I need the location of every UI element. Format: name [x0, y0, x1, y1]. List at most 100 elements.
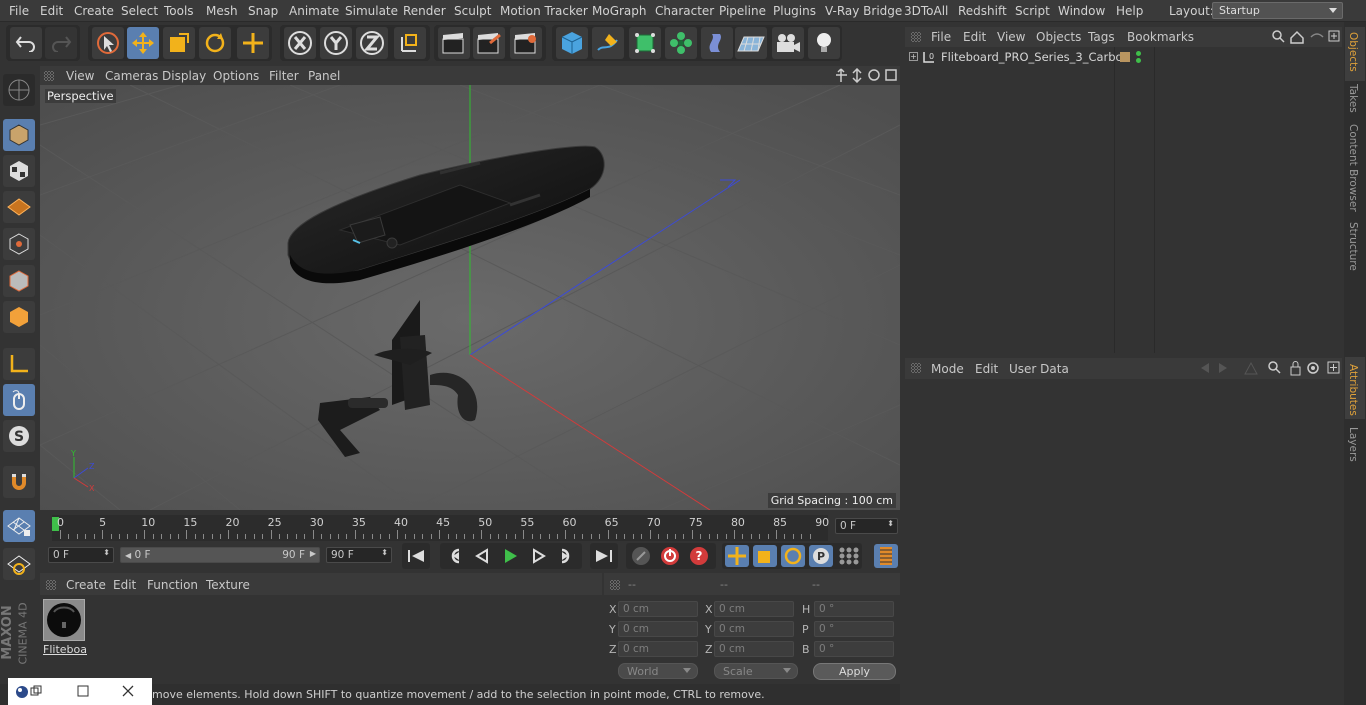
redo-button[interactable] — [45, 27, 77, 59]
restore-icon[interactable] — [30, 685, 42, 697]
render-view-button[interactable] — [438, 27, 470, 59]
layer-color-icon[interactable] — [1120, 52, 1130, 62]
close-icon[interactable] — [122, 685, 134, 697]
live-selection-button[interactable] — [92, 27, 124, 59]
deformer-button[interactable] — [701, 27, 733, 59]
grip-icon[interactable] — [46, 580, 56, 590]
menu-pipeline[interactable]: Pipeline — [719, 4, 766, 18]
menu-render[interactable]: Render — [403, 4, 446, 18]
attribute-manager-tools-icons[interactable] — [1197, 360, 1341, 377]
tab-content-browser[interactable]: Content Browser — [1347, 124, 1359, 212]
key-rotation-icon[interactable] — [781, 545, 805, 567]
workplane-lock-button[interactable] — [3, 510, 35, 542]
next-frame-icon[interactable] — [526, 546, 550, 566]
tab-objects[interactable]: Objects — [1347, 32, 1359, 72]
object-menu-bookmarks[interactable]: Bookmarks — [1127, 30, 1194, 44]
key-position-icon[interactable] — [725, 545, 749, 567]
material-menu-edit[interactable]: Edit — [113, 578, 136, 592]
subdivision-button[interactable] — [629, 27, 661, 59]
z-axis-lock-button[interactable] — [356, 27, 388, 59]
key-pla-icon[interactable] — [837, 545, 861, 567]
size-z-field[interactable]: 0 cm — [714, 641, 794, 657]
minimized-window-bar[interactable] — [8, 678, 152, 705]
layout-dropdown[interactable]: Startup — [1212, 2, 1343, 19]
floor-button[interactable] — [735, 27, 767, 59]
record-keys-icon[interactable] — [629, 545, 653, 567]
menu-file[interactable]: File — [9, 4, 29, 18]
menu-help[interactable]: Help — [1116, 4, 1143, 18]
menu-character[interactable]: Character — [655, 4, 714, 18]
menu-redshift[interactable]: Redshift — [958, 4, 1007, 18]
material-menu-function[interactable]: Function — [147, 578, 198, 592]
rot-b-field[interactable]: 0 ° — [814, 641, 894, 657]
pos-x-field[interactable]: 0 cm — [618, 601, 698, 617]
key-scale-icon[interactable] — [753, 545, 777, 567]
snap-button[interactable] — [3, 466, 35, 498]
menu-3dtoall[interactable]: 3DToAll — [904, 4, 948, 18]
menu-mesh[interactable]: Mesh — [206, 4, 238, 18]
material-menu-texture[interactable]: Texture — [206, 578, 250, 592]
menu-simulate[interactable]: Simulate — [345, 4, 398, 18]
tab-structure[interactable]: Structure — [1347, 222, 1359, 271]
cube-button[interactable] — [556, 27, 588, 59]
solo-button[interactable]: S — [3, 420, 35, 452]
object-menu-tags[interactable]: Tags — [1088, 30, 1115, 44]
tab-layers[interactable]: Layers — [1347, 427, 1359, 462]
menu-snap[interactable]: Snap — [248, 4, 278, 18]
object-manager-tools-icons[interactable] — [1271, 29, 1341, 45]
viewport-menu-cameras[interactable]: Cameras — [105, 69, 158, 83]
maximize-icon[interactable] — [77, 685, 89, 697]
transform-tool-button[interactable] — [237, 27, 269, 59]
render-settings-button[interactable] — [510, 27, 542, 59]
menu-plugins[interactable]: Plugins — [773, 4, 816, 18]
go-to-start-icon[interactable] — [404, 546, 428, 566]
menu-sculpt[interactable]: Sculpt — [454, 4, 491, 18]
menu-mograph[interactable]: MoGraph — [592, 4, 647, 18]
viewport-menu-options[interactable]: Options — [213, 69, 259, 83]
viewport-menu-view[interactable]: View — [66, 69, 94, 83]
current-frame-field[interactable]: 0 F ⬍ — [835, 518, 898, 534]
tab-attributes[interactable]: Attributes — [1347, 364, 1359, 416]
go-to-end-icon[interactable] — [592, 546, 616, 566]
pos-y-field[interactable]: 0 cm — [618, 621, 698, 637]
apply-button[interactable]: Apply — [813, 663, 896, 680]
coordinate-system-dropdown[interactable]: World — [618, 663, 698, 679]
move-tool-button[interactable] — [127, 27, 159, 59]
viewport-nav-icons[interactable] — [835, 68, 899, 83]
object-menu-file[interactable]: File — [931, 30, 951, 44]
menu-script[interactable]: Script — [1015, 4, 1050, 18]
camera-button[interactable] — [772, 27, 804, 59]
expand-icon[interactable]: + — [909, 52, 918, 61]
object-menu-edit[interactable]: Edit — [963, 30, 986, 44]
menu-window[interactable]: Window — [1058, 4, 1105, 18]
end-frame-field[interactable]: 90 F ⬍ — [326, 547, 392, 563]
previous-keyframe-icon[interactable] — [443, 546, 467, 566]
tweak-mode-button[interactable] — [3, 384, 35, 416]
object-row-fliteboard[interactable]: + 0 Fliteboard_PRO_Series_3_Carbon — [905, 50, 1342, 66]
coordinate-system-button[interactable] — [394, 27, 426, 59]
viewport-menu-display[interactable]: Display — [162, 69, 206, 83]
make-editable-button[interactable] — [3, 74, 35, 106]
grip-icon[interactable] — [911, 363, 921, 373]
point-mode-button[interactable] — [3, 228, 35, 260]
rot-h-field[interactable]: 0 ° — [814, 601, 894, 617]
menu-create[interactable]: Create — [74, 4, 114, 18]
model-mode-button[interactable] — [3, 119, 35, 151]
menu-edit[interactable]: Edit — [40, 4, 63, 18]
play-icon[interactable] — [498, 546, 522, 566]
menu-select[interactable]: Select — [121, 4, 158, 18]
rotate-tool-button[interactable] — [199, 27, 231, 59]
workplane-mode-button[interactable] — [3, 191, 35, 223]
next-keyframe-icon[interactable] — [554, 546, 578, 566]
key-parameter-icon[interactable]: P — [809, 545, 833, 567]
light-button[interactable] — [808, 27, 840, 59]
material-thumbnail[interactable]: Fliteboa — [43, 599, 87, 656]
perspective-viewport[interactable]: Y Z X Perspective Grid Spacing : 100 cm — [40, 85, 900, 510]
start-frame-field[interactable]: 0 F ⬍ — [48, 547, 114, 563]
editor-visibility-dot[interactable] — [1136, 51, 1141, 56]
pen-spline-button[interactable] — [592, 27, 624, 59]
keyframe-selection-icon[interactable]: ? — [687, 545, 711, 567]
menu-animate[interactable]: Animate — [289, 4, 339, 18]
axis-mode-button[interactable] — [3, 348, 35, 380]
timeline-window-icon[interactable] — [874, 544, 898, 568]
